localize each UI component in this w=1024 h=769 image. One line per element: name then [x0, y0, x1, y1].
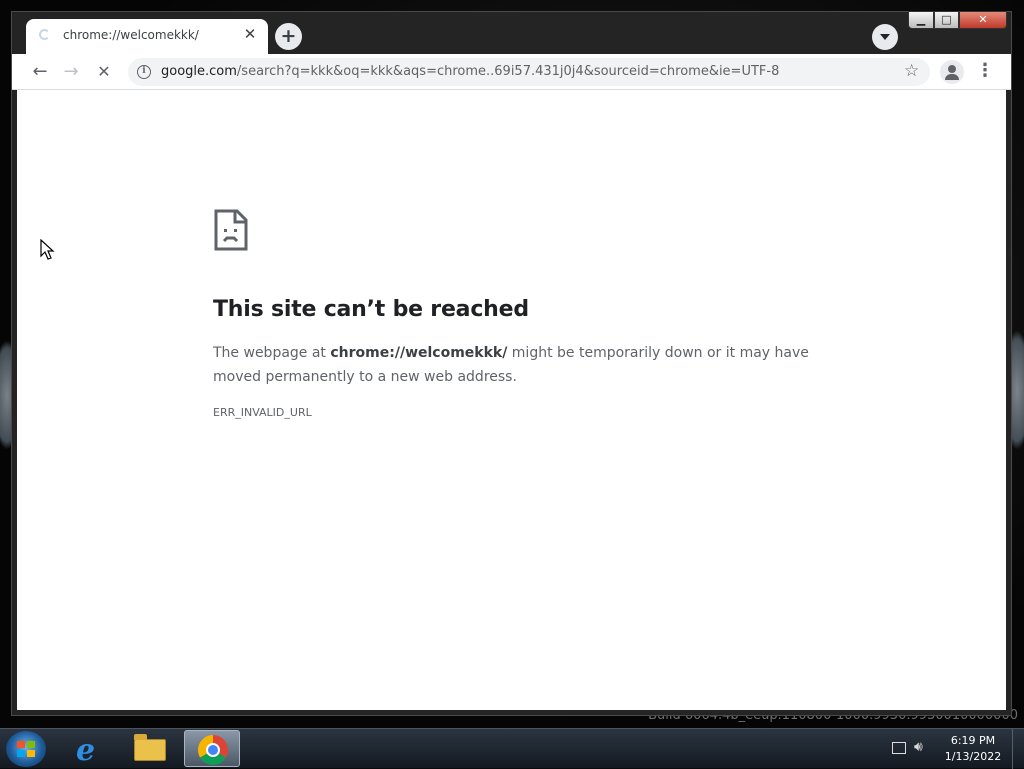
error-code: ERR_INVALID_URL — [213, 406, 312, 419]
back-button[interactable]: ← — [28, 60, 52, 84]
tab-search-button[interactable] — [872, 24, 898, 50]
new-tab-button[interactable]: + — [275, 23, 302, 50]
system-clock[interactable]: 6:19 PM 1/13/2022 — [940, 733, 1006, 765]
url-text[interactable]: google.com/search?q=kkk&oq=kkk&aqs=chrom… — [161, 64, 779, 79]
error-message: The webpage at chrome://welcomekkk/ migh… — [213, 341, 813, 389]
start-button[interactable] — [6, 731, 46, 767]
sad-document-icon — [214, 209, 248, 251]
error-title: This site can’t be reached — [213, 297, 529, 322]
chrome-icon — [198, 735, 228, 765]
windows-taskbar: e 🔊︎ 6:19 PM 1/13/2022 — [0, 728, 1024, 769]
close-window-button[interactable]: ✕ — [959, 11, 1007, 29]
site-info-icon[interactable]: i — [137, 65, 151, 79]
page-content: This site can’t be reached The webpage a… — [17, 90, 1006, 710]
volume-icon[interactable]: 🔊︎ — [914, 739, 923, 755]
bookmark-star-icon[interactable]: ☆ — [904, 61, 919, 81]
show-desktop-button[interactable] — [1012, 729, 1024, 769]
clock-date: 1/13/2022 — [944, 750, 1002, 763]
error-message-url: chrome://welcomekkk/ — [330, 345, 508, 361]
browser-toolbar: ← → ✕ i google.com/search?q=kkk&oq=kkk&a… — [12, 54, 1011, 90]
url-host: google.com — [161, 64, 237, 79]
loading-spinner-icon — [39, 29, 50, 40]
stop-loading-button[interactable]: ✕ — [92, 60, 116, 84]
url-path: /search?q=kkk&oq=kkk&aqs=chrome..69i57.4… — [236, 64, 780, 79]
taskbar-google-chrome[interactable] — [184, 730, 240, 767]
tab-title: chrome://welcomekkk/ — [63, 28, 199, 42]
taskbar-internet-explorer[interactable]: e — [62, 730, 118, 768]
network-icon[interactable] — [892, 742, 906, 754]
clock-time: 6:19 PM — [950, 734, 996, 747]
windows-logo-icon — [17, 741, 35, 757]
tab-welcomekkk[interactable]: chrome://welcomekkk/ ✕ — [26, 19, 268, 54]
maximize-button[interactable]: □ — [934, 11, 959, 29]
mouse-cursor-icon — [40, 239, 55, 260]
chrome-menu-icon[interactable]: ⋮ — [976, 60, 994, 84]
forward-button[interactable]: → — [59, 60, 83, 84]
ie-icon: e — [76, 733, 96, 768]
minimize-button[interactable]: ▁ — [908, 11, 934, 29]
profile-avatar-icon[interactable] — [940, 60, 964, 84]
chrome-window: chrome://welcomekkk/ ✕ + ▁ □ ✕ ← → ✕ i g… — [11, 11, 1012, 716]
tab-close-icon[interactable]: ✕ — [240, 24, 260, 44]
error-message-prefix: The webpage at — [213, 345, 331, 361]
folder-icon — [134, 734, 166, 761]
taskbar-windows-explorer[interactable] — [122, 730, 178, 767]
tab-strip: chrome://welcomekkk/ ✕ + ▁ □ ✕ — [12, 11, 1011, 54]
address-bar[interactable]: i google.com/search?q=kkk&oq=kkk&aqs=chr… — [128, 58, 930, 86]
